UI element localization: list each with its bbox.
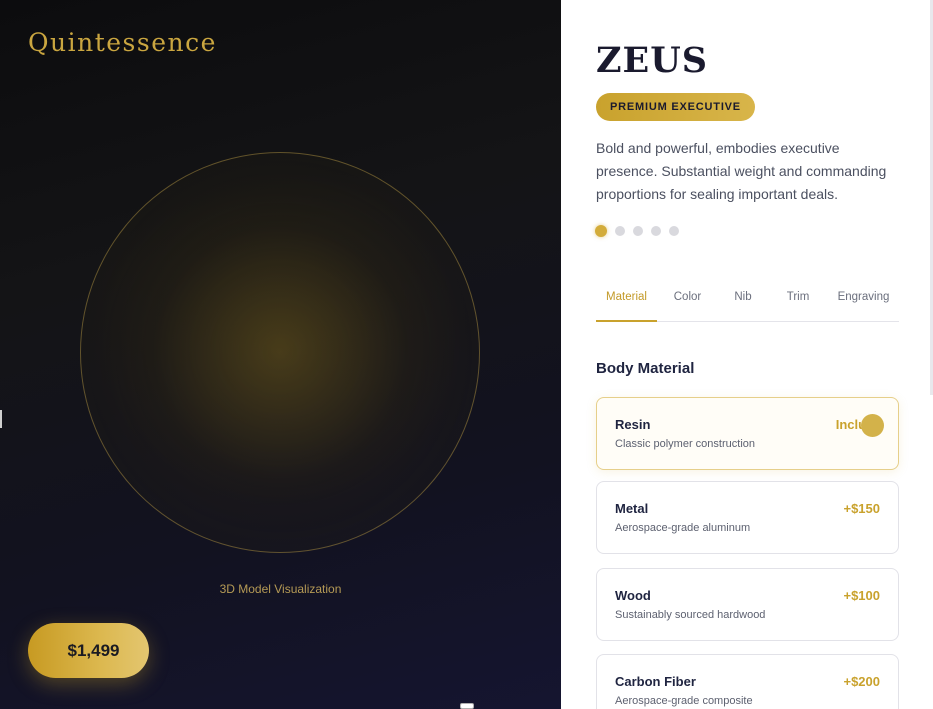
tab-engraving[interactable]: Engraving: [828, 286, 899, 322]
tier-badge: PREMIUM EXECUTIVE: [596, 93, 755, 121]
product-title: ZEUS: [596, 40, 709, 81]
product-description: Bold and powerful, embodies executive pr…: [596, 140, 887, 202]
model-stage: Quintessence 3D Model Visualization $1,4…: [0, 0, 561, 709]
tab-nib[interactable]: Nib: [718, 286, 768, 322]
visualization-label: 3D Model Visualization: [219, 582, 342, 596]
brand-logo[interactable]: Quintessence: [28, 28, 217, 57]
option-subtitle: Sustainably sourced hardwood: [615, 609, 766, 621]
config-tabs: Material Color Nib Trim Engraving: [596, 286, 899, 322]
carousel-dot[interactable]: [615, 226, 625, 236]
option-name: Resin: [615, 417, 651, 432]
option-subtitle: Aerospace-grade composite: [615, 695, 753, 707]
option-subtitle: Aerospace-grade aluminum: [615, 522, 751, 534]
selected-check-icon: [861, 414, 884, 437]
option-metal[interactable]: Metal Aerospace-grade aluminum +$150: [596, 481, 899, 554]
tab-color[interactable]: Color: [657, 286, 718, 322]
tab-trim[interactable]: Trim: [768, 286, 828, 322]
carousel-dot[interactable]: [595, 225, 607, 237]
carousel-dot[interactable]: [669, 226, 679, 236]
resize-handle[interactable]: [460, 703, 474, 709]
option-name: Wood: [615, 588, 651, 603]
option-wood[interactable]: Wood Sustainably sourced hardwood +$100: [596, 568, 899, 641]
option-resin[interactable]: Resin Classic polymer construction Inclu…: [596, 397, 899, 470]
option-subtitle: Classic polymer construction: [615, 438, 755, 450]
option-price: +$100: [843, 588, 880, 603]
carousel-dot[interactable]: [651, 226, 661, 236]
option-name: Metal: [615, 501, 649, 516]
price-value: $1,499: [67, 640, 120, 660]
option-name: Carbon Fiber: [615, 674, 696, 689]
section-title: Body Material: [596, 360, 695, 377]
option-carbon-fiber[interactable]: Carbon Fiber Aerospace-grade composite +…: [596, 654, 899, 709]
carousel-dots: [595, 225, 679, 237]
carousel-dot[interactable]: [633, 226, 643, 236]
option-price: +$200: [843, 674, 880, 689]
option-price: +$150: [843, 501, 880, 516]
price-button[interactable]: $1,499: [28, 623, 149, 678]
config-panel: ZEUS PREMIUM EXECUTIVE Bold and powerful…: [561, 0, 933, 709]
tab-material[interactable]: Material: [596, 286, 657, 322]
drag-handle[interactable]: [0, 410, 2, 428]
model-viewer[interactable]: [80, 152, 480, 553]
